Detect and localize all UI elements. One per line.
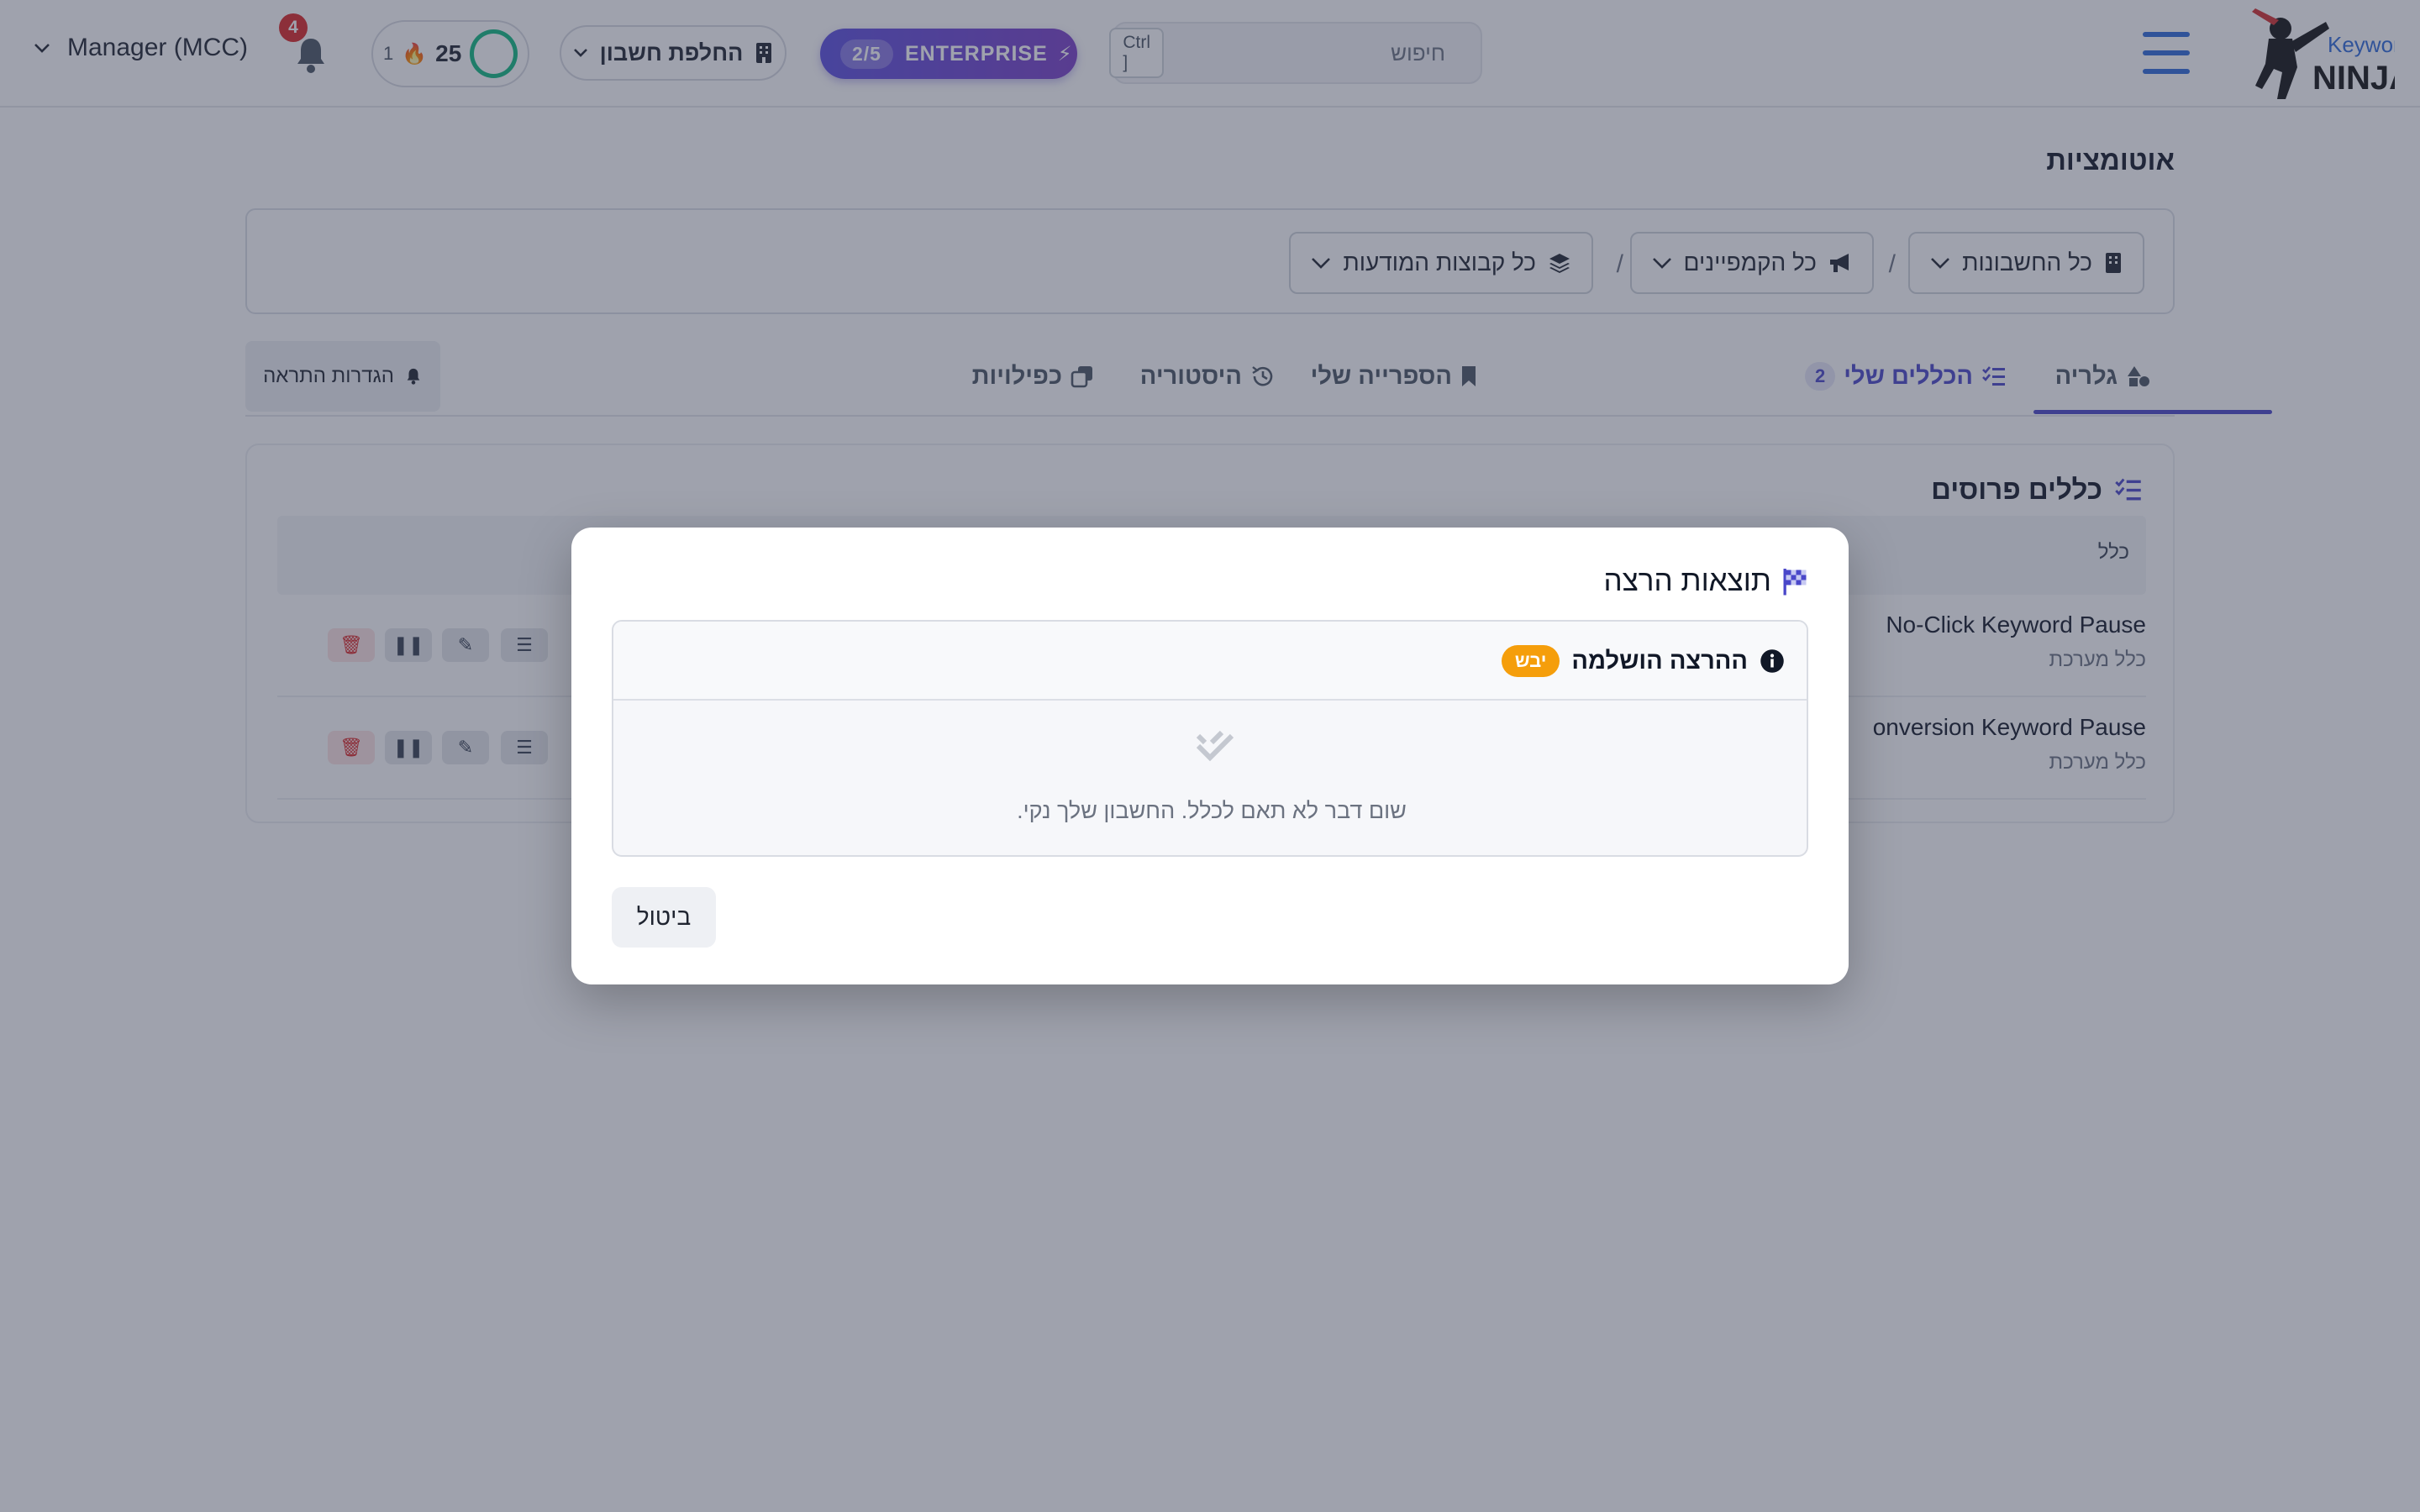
cancel-button[interactable]: ביטול: [612, 887, 716, 948]
empty-result: שום דבר לא תאם לכלל. החשבון שלך נקי.: [613, 702, 1807, 855]
empty-result-message: שום דבר לא תאם לכלל. החשבון שלך נקי.: [1017, 798, 1407, 823]
info-icon: [1760, 649, 1784, 673]
run-status: ההרצה הושלמה יבש: [1501, 645, 1785, 677]
run-results-modal: תוצאות הרצה ההרצה הושלמה יבש שום דבר לא …: [571, 528, 1849, 984]
checkered-flag-icon: [1783, 569, 1807, 596]
modal-title-text: תוצאות הרצה: [1603, 564, 1771, 597]
run-status-label: ההרצה הושלמה: [1571, 647, 1748, 675]
run-status-header: ההרצה הושלמה יבש: [613, 622, 1807, 701]
dry-run-badge: יבש: [1501, 645, 1560, 677]
modal-title: תוצאות הרצה: [1604, 564, 1810, 598]
double-check-icon: [1196, 730, 1234, 762]
run-result-panel: ההרצה הושלמה יבש שום דבר לא תאם לכלל. הח…: [612, 620, 1808, 857]
